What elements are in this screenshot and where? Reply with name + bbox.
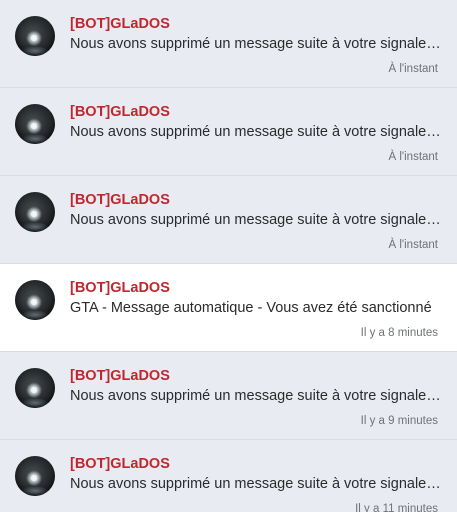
notification-sender: [BOT]GLaDOS (70, 280, 170, 296)
notification-message: Nous avons supprimé un message suite à v… (70, 212, 442, 228)
notification-sender: [BOT]GLaDOS (70, 16, 170, 32)
notification-sender: [BOT]GLaDOS (70, 368, 170, 384)
avatar-glow (21, 222, 49, 232)
notification-time: À l'instant (388, 151, 439, 163)
avatar-eye (31, 123, 37, 129)
avatar-glow (21, 486, 49, 496)
avatar-eye (31, 35, 37, 41)
glados-avatar (15, 104, 55, 144)
notification-time: Il y a 8 minutes (360, 327, 438, 339)
avatar-eye (31, 299, 37, 305)
notification-item[interactable]: [BOT]GLaDOS Nous avons supprimé un messa… (0, 88, 457, 176)
notification-list: [BOT]GLaDOS Nous avons supprimé un messa… (0, 0, 457, 512)
notification-time: À l'instant (388, 63, 439, 75)
notification-sender: [BOT]GLaDOS (70, 192, 170, 208)
notification-item[interactable]: [BOT]GLaDOS GTA - Message automatique - … (0, 264, 457, 352)
notification-message: Nous avons supprimé un message suite à v… (70, 476, 442, 492)
avatar-glow (21, 134, 49, 144)
glados-avatar (15, 192, 55, 232)
notification-sender: [BOT]GLaDOS (70, 456, 170, 472)
avatar-glow (21, 46, 49, 56)
notification-item[interactable]: [BOT]GLaDOS Nous avons supprimé un messa… (0, 176, 457, 264)
avatar-eye (31, 387, 37, 393)
notification-message: Nous avons supprimé un message suite à v… (70, 36, 442, 52)
notification-time: Il y a 11 minutes (355, 503, 438, 512)
glados-avatar (15, 456, 55, 496)
glados-avatar (15, 280, 55, 320)
notification-time: Il y a 9 minutes (360, 415, 438, 427)
notification-time: À l'instant (388, 239, 439, 251)
avatar-eye (31, 475, 37, 481)
avatar-eye (31, 211, 37, 217)
notification-item[interactable]: [BOT]GLaDOS Nous avons supprimé un messa… (0, 440, 457, 512)
avatar-glow (21, 398, 49, 408)
notification-message: Nous avons supprimé un message suite à v… (70, 388, 442, 404)
notification-item[interactable]: [BOT]GLaDOS Nous avons supprimé un messa… (0, 352, 457, 440)
notification-sender: [BOT]GLaDOS (70, 104, 170, 120)
avatar-glow (21, 310, 49, 320)
notification-item[interactable]: [BOT]GLaDOS Nous avons supprimé un messa… (0, 0, 457, 88)
notification-message: GTA - Message automatique - Vous avez ét… (70, 300, 432, 316)
notification-message: Nous avons supprimé un message suite à v… (70, 124, 442, 140)
glados-avatar (15, 16, 55, 56)
glados-avatar (15, 368, 55, 408)
